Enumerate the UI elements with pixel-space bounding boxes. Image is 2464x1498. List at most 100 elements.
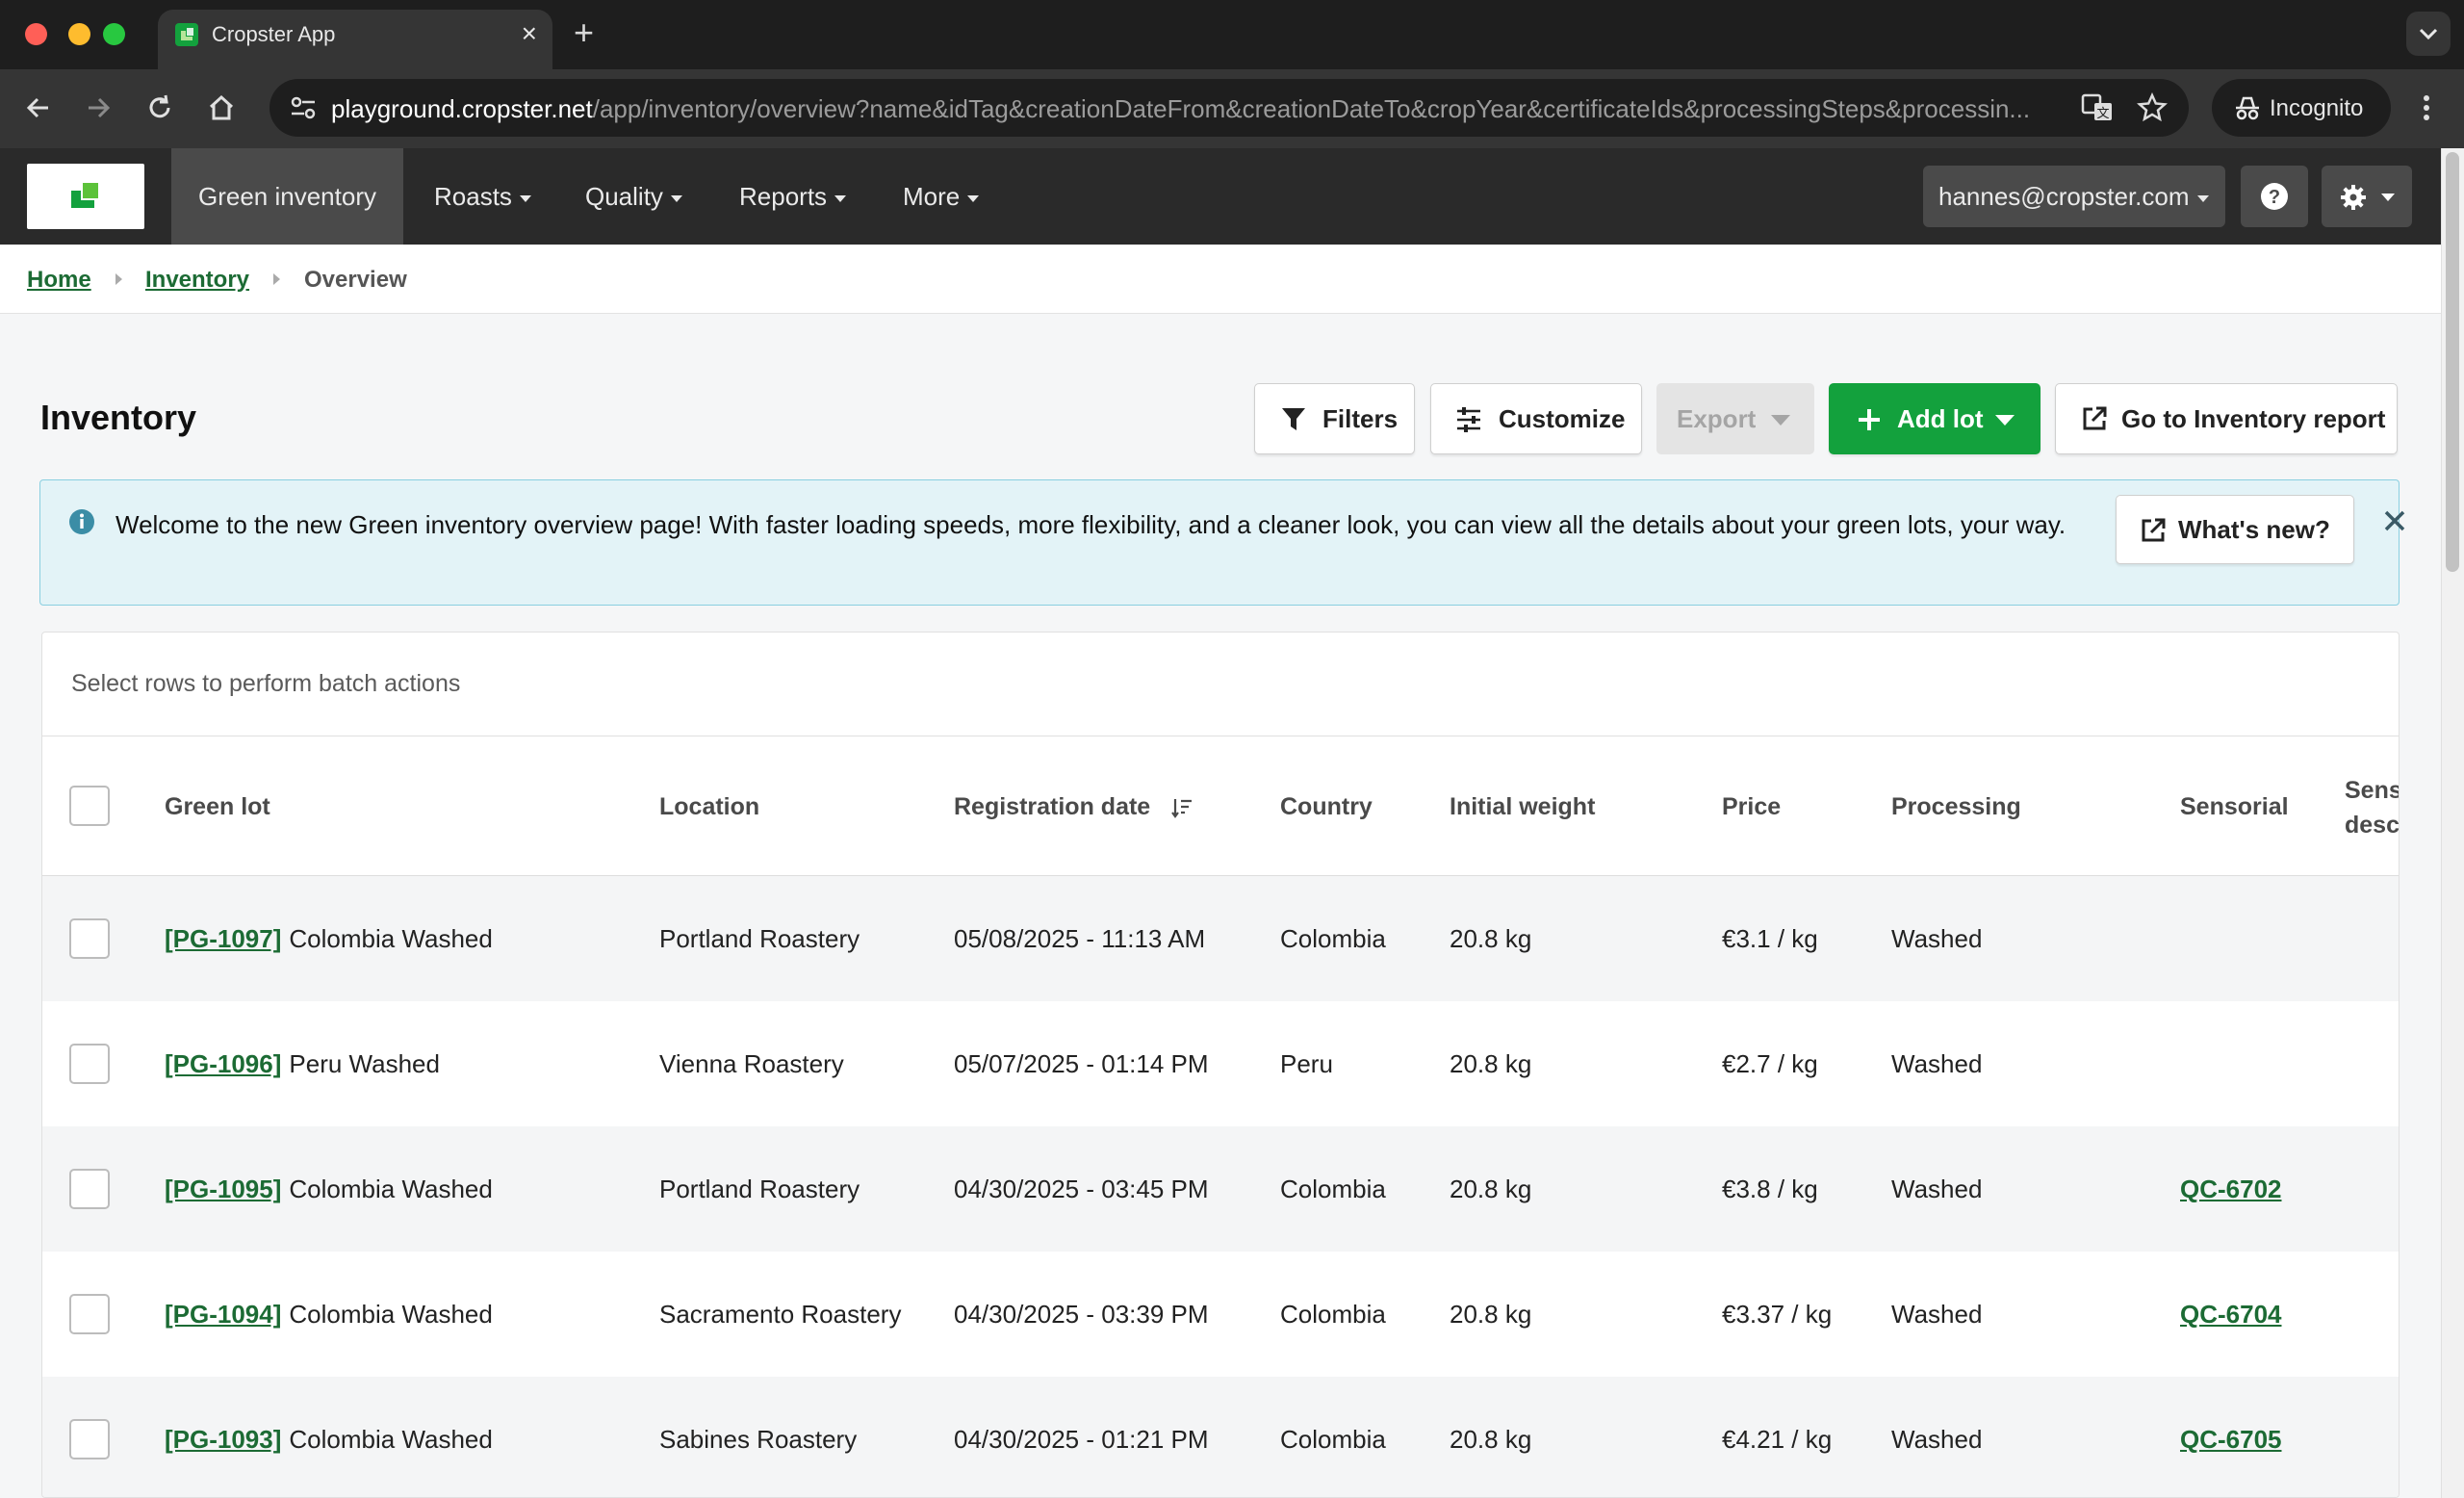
breadcrumb-inventory[interactable]: Inventory xyxy=(145,266,249,295)
add-lot-button[interactable]: Add lot xyxy=(1829,383,2040,454)
url-path: /app/inventory/overview?name&idTag&creat… xyxy=(592,94,2031,123)
row-checkbox[interactable] xyxy=(69,918,110,959)
table-row: [PG-1095] Colombia Washed Portland Roaster… xyxy=(42,1126,2399,1252)
column-header-registration-date[interactable]: Registration date xyxy=(954,790,1194,823)
cell-price: €3.1 / kg xyxy=(1722,924,1818,953)
close-icon[interactable] xyxy=(2383,509,2406,532)
sensorial-link[interactable]: QC-6702 xyxy=(2180,1173,2282,1205)
breadcrumb-home[interactable]: Home xyxy=(27,266,91,295)
row-checkbox[interactable] xyxy=(69,1169,110,1209)
maximize-window-button[interactable] xyxy=(103,23,125,45)
svg-text:?: ? xyxy=(2269,187,2280,208)
nav-roasts[interactable]: Roasts xyxy=(434,148,531,245)
cell-processing: Washed xyxy=(1891,1300,1983,1329)
translate-icon[interactable]: 文 xyxy=(2081,92,2114,123)
user-menu-button[interactable]: hannes@cropster.com xyxy=(1923,166,2225,227)
registration-date-label: Registration date xyxy=(954,793,1151,820)
column-header-country[interactable]: Country xyxy=(1280,790,1373,823)
column-header-sensorial-descriptors[interactable]: Sensorial descriptors xyxy=(2345,773,2399,842)
minimize-window-button[interactable] xyxy=(68,23,90,45)
breadcrumb-current: Overview xyxy=(304,267,407,293)
column-header-sensorial[interactable]: Sensorial xyxy=(2180,790,2289,823)
reload-icon[interactable] xyxy=(141,89,179,127)
lot-id-link[interactable]: [PG-1096] xyxy=(165,1049,281,1078)
batch-actions-hint: Select rows to perform batch actions xyxy=(71,670,461,697)
cell-registration-date: 04/30/2025 - 03:45 PM xyxy=(954,1175,1209,1203)
cell-processing: Washed xyxy=(1891,1175,1983,1203)
forward-icon[interactable] xyxy=(79,89,117,127)
tab-close-icon[interactable]: × xyxy=(522,19,537,48)
home-icon[interactable] xyxy=(202,89,241,127)
column-header-location[interactable]: Location xyxy=(659,790,759,823)
select-all-checkbox[interactable] xyxy=(69,786,110,826)
star-icon[interactable] xyxy=(2137,92,2168,123)
cell-country: Colombia xyxy=(1280,924,1386,953)
cell-initial-weight: 20.8 kg xyxy=(1450,924,1532,953)
filters-label: Filters xyxy=(1322,404,1399,433)
cell-green-lot: [PG-1097] Colombia Washed xyxy=(165,922,493,955)
incognito-label: Incognito xyxy=(2270,95,2364,121)
row-checkbox[interactable] xyxy=(69,1294,110,1334)
help-icon: ? xyxy=(2261,183,2288,210)
page-scrollbar-thumb[interactable] xyxy=(2446,152,2459,572)
filters-button[interactable]: Filters xyxy=(1254,383,1415,454)
back-icon[interactable] xyxy=(19,89,58,127)
cropster-favicon-icon xyxy=(175,23,198,46)
nav-quality[interactable]: Quality xyxy=(585,148,682,245)
info-icon xyxy=(69,509,94,534)
browser-tab[interactable]: Cropster App × xyxy=(158,10,552,69)
url-text: playground.cropster.net/app/inventory/ov… xyxy=(331,94,2030,123)
tab-search-button[interactable] xyxy=(2406,12,2451,56)
table-row: [PG-1093] Colombia Washed Sabines Roastery… xyxy=(42,1377,2399,1497)
site-settings-icon[interactable] xyxy=(289,94,318,121)
column-header-price[interactable]: Price xyxy=(1722,790,1781,823)
cell-registration-date: 05/07/2025 - 01:14 PM xyxy=(954,1049,1209,1078)
lot-id-link[interactable]: [PG-1094] xyxy=(165,1300,281,1329)
nav-quality-label: Quality xyxy=(585,182,663,211)
nav-reports[interactable]: Reports xyxy=(739,148,846,245)
whats-new-label: What's new? xyxy=(2178,515,2330,544)
breadcrumb: Home Inventory Overview xyxy=(0,245,2441,314)
chevron-down-icon xyxy=(2419,28,2438,40)
column-header-processing[interactable]: Processing xyxy=(1891,790,2021,823)
column-header-initial-weight[interactable]: Initial weight xyxy=(1450,790,1595,823)
settings-button[interactable] xyxy=(2322,166,2412,227)
sensorial-link[interactable]: QC-6705 xyxy=(2180,1423,2282,1456)
browser-menu-icon[interactable] xyxy=(2412,89,2441,127)
external-link-icon xyxy=(2142,518,2166,542)
row-checkbox[interactable] xyxy=(69,1044,110,1084)
sensorial-link[interactable]: QC-6704 xyxy=(2180,1298,2282,1330)
table-row: [PG-1094] Colombia Washed Sacramento Roast… xyxy=(42,1252,2399,1377)
cropster-logo-icon xyxy=(71,183,98,208)
table-header: Green lot Location Registration date Cou… xyxy=(42,736,2399,876)
cell-price: €3.37 / kg xyxy=(1722,1300,1833,1329)
customize-button[interactable]: Customize xyxy=(1430,383,1642,454)
tab-title: Cropster App xyxy=(212,22,336,46)
breadcrumb-separator xyxy=(116,273,122,285)
lot-name: Colombia Washed xyxy=(289,1175,493,1203)
nav-more[interactable]: More xyxy=(903,148,979,245)
incognito-badge[interactable]: Incognito xyxy=(2212,79,2391,137)
column-header-green-lot[interactable]: Green lot xyxy=(165,790,270,823)
go-to-inventory-report-label: Go to Inventory report xyxy=(2121,404,2386,433)
chevron-down-icon xyxy=(2381,194,2395,201)
browser-toolbar: playground.cropster.net/app/inventory/ov… xyxy=(0,69,2464,148)
help-button[interactable]: ? xyxy=(2241,166,2308,227)
row-checkbox[interactable] xyxy=(69,1419,110,1459)
nav-green-inventory[interactable]: Green inventory xyxy=(171,148,403,245)
page-title: Inventory xyxy=(40,398,197,437)
address-bar[interactable]: playground.cropster.net/app/inventory/ov… xyxy=(270,79,2189,137)
cell-green-lot: [PG-1095] Colombia Washed xyxy=(165,1173,493,1205)
sort-icon[interactable] xyxy=(1170,796,1194,819)
new-tab-icon[interactable]: + xyxy=(574,12,594,54)
lot-id-link[interactable]: [PG-1095] xyxy=(165,1175,281,1203)
export-button[interactable]: Export xyxy=(1656,383,1814,454)
lot-id-link[interactable]: [PG-1093] xyxy=(165,1425,281,1454)
close-window-button[interactable] xyxy=(25,23,47,45)
whats-new-button[interactable]: What's new? xyxy=(2116,495,2354,564)
incognito-icon xyxy=(2236,96,2259,120)
go-to-inventory-report-button[interactable]: Go to Inventory report xyxy=(2055,383,2398,454)
lot-id-link[interactable]: [PG-1097] xyxy=(165,924,281,953)
cell-country: Colombia xyxy=(1280,1175,1386,1203)
cropster-logo[interactable] xyxy=(27,164,144,229)
